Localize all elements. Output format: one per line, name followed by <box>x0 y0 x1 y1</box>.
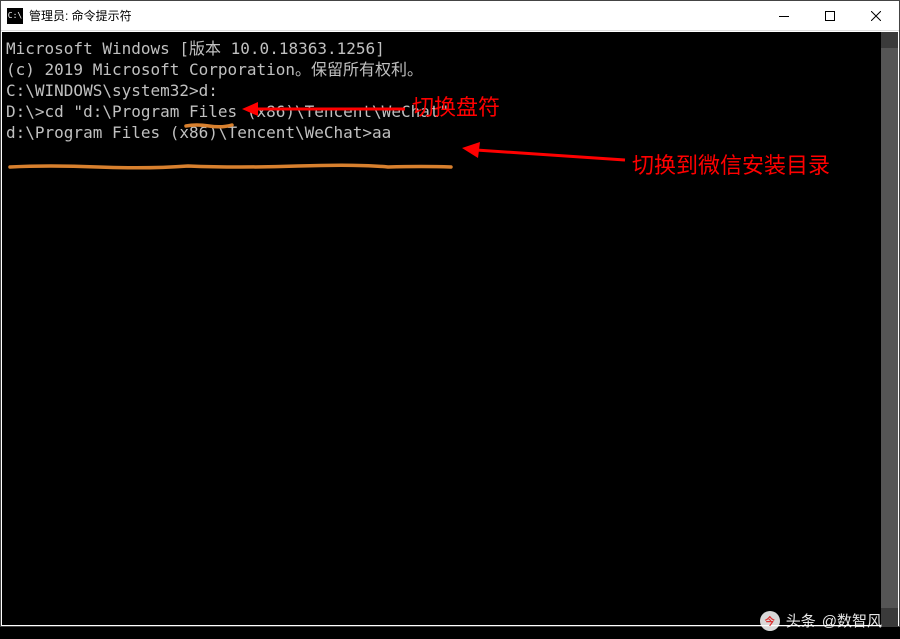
watermark-brand: 头条 <box>786 610 816 631</box>
terminal-line: D:\>cd "d:\Program Files (x86)\Tencent\W… <box>6 101 894 122</box>
window-controls <box>761 1 899 30</box>
scroll-thumb[interactable] <box>881 48 898 608</box>
terminal-line: d:\Program Files (x86)\Tencent\WeChat>aa <box>6 122 894 143</box>
titlebar[interactable]: C:\ 管理员: 命令提示符 <box>1 1 899 31</box>
close-button[interactable] <box>853 1 899 31</box>
watermark-handle: @数智风 <box>822 610 882 631</box>
cmd-window: C:\ 管理员: 命令提示符 Microsoft Windows [版本 10.… <box>0 0 900 627</box>
scrollbar[interactable] <box>881 32 898 627</box>
terminal-line: C:\WINDOWS\system32>d: <box>6 80 894 101</box>
terminal-area[interactable]: Microsoft Windows [版本 10.0.18363.1256] (… <box>2 32 898 625</box>
watermark: 今 头条 @数智风 <box>760 610 882 631</box>
maximize-button[interactable] <box>807 1 853 31</box>
terminal-line: Microsoft Windows [版本 10.0.18363.1256] <box>6 38 894 59</box>
window-title: 管理员: 命令提示符 <box>29 7 761 24</box>
minimize-button[interactable] <box>761 1 807 31</box>
toutiao-icon: 今 <box>760 611 780 631</box>
terminal-line: (c) 2019 Microsoft Corporation。保留所有权利。 <box>6 59 894 80</box>
cmd-icon: C:\ <box>7 8 23 24</box>
